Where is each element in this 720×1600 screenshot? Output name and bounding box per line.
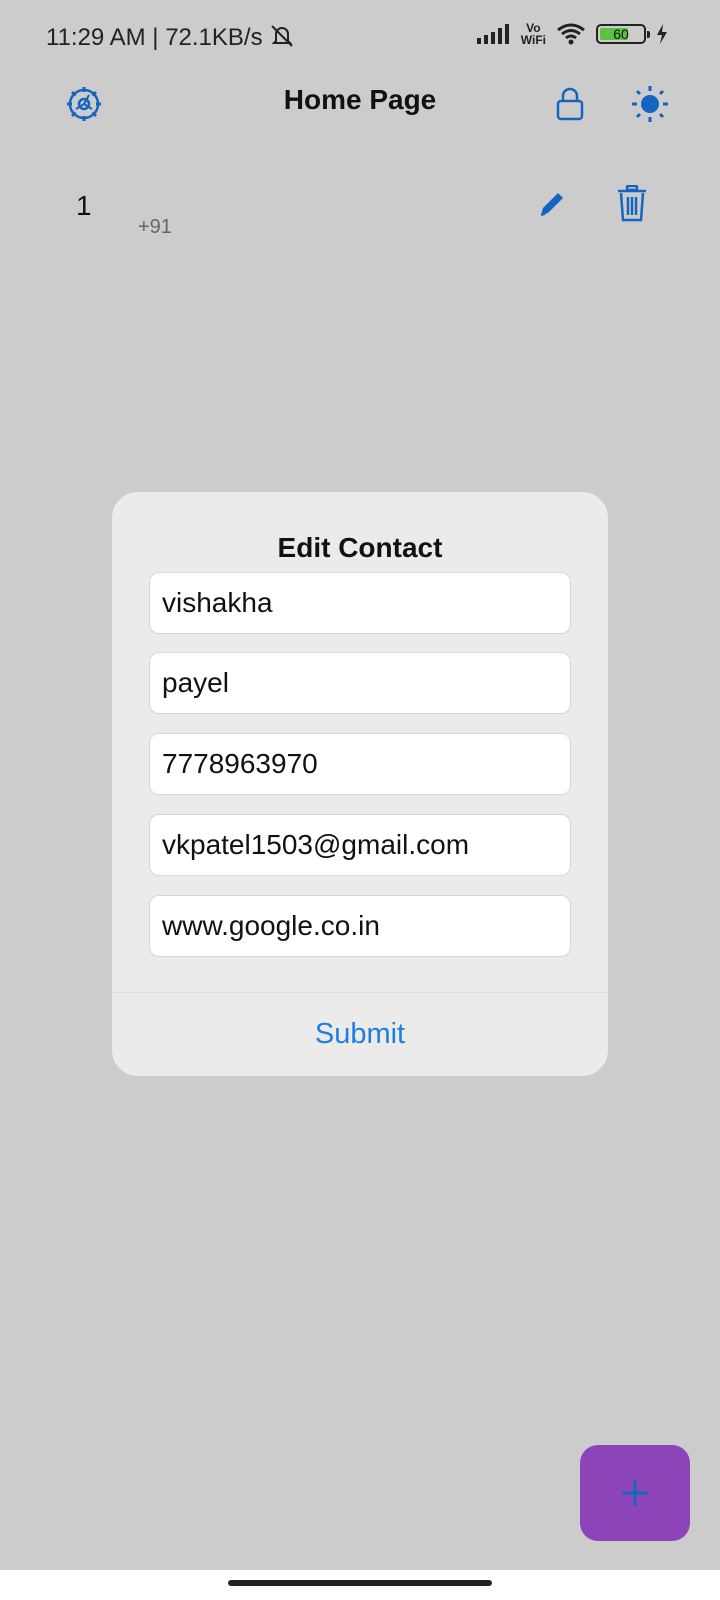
website-field[interactable] [149,895,571,957]
app-header: Home Page [0,70,720,140]
edit-icon[interactable] [532,184,572,224]
edit-contact-dialog: Edit Contact Submit [112,492,608,1076]
dialog-title: Edit Contact [277,532,443,563]
vowifi-indicator: Vo WiFi [520,21,546,47]
battery-icon: 60 [596,24,650,44]
muted-bell-icon [271,25,293,47]
status-bar: 11:29 AM | 72.1KB/s Vo WiFi 60 [0,0,720,80]
wifi-icon [557,23,585,45]
submit-button[interactable]: Submit [112,993,608,1076]
email-field[interactable] [149,814,571,876]
status-time-speed: 11:29 AM | 72.1KB/s [46,24,263,51]
home-indicator[interactable] [228,1580,492,1586]
charging-icon [657,24,667,44]
contact-phone: +91 [138,216,172,238]
plus-icon [622,1480,648,1506]
phone-field[interactable] [149,733,571,795]
add-contact-button[interactable] [580,1445,690,1541]
battery-level: 60 [613,26,629,42]
lock-icon[interactable] [548,82,592,126]
page-title: Home Page [283,84,437,115]
brightness-icon[interactable] [628,82,672,126]
first-name-field[interactable] [149,572,571,634]
delete-icon[interactable] [612,184,652,224]
list-item[interactable]: 1 +91 [0,170,720,260]
contact-name: 1 [76,190,92,221]
cellular-signal-icon [476,24,509,44]
last-name-field[interactable] [149,652,571,714]
